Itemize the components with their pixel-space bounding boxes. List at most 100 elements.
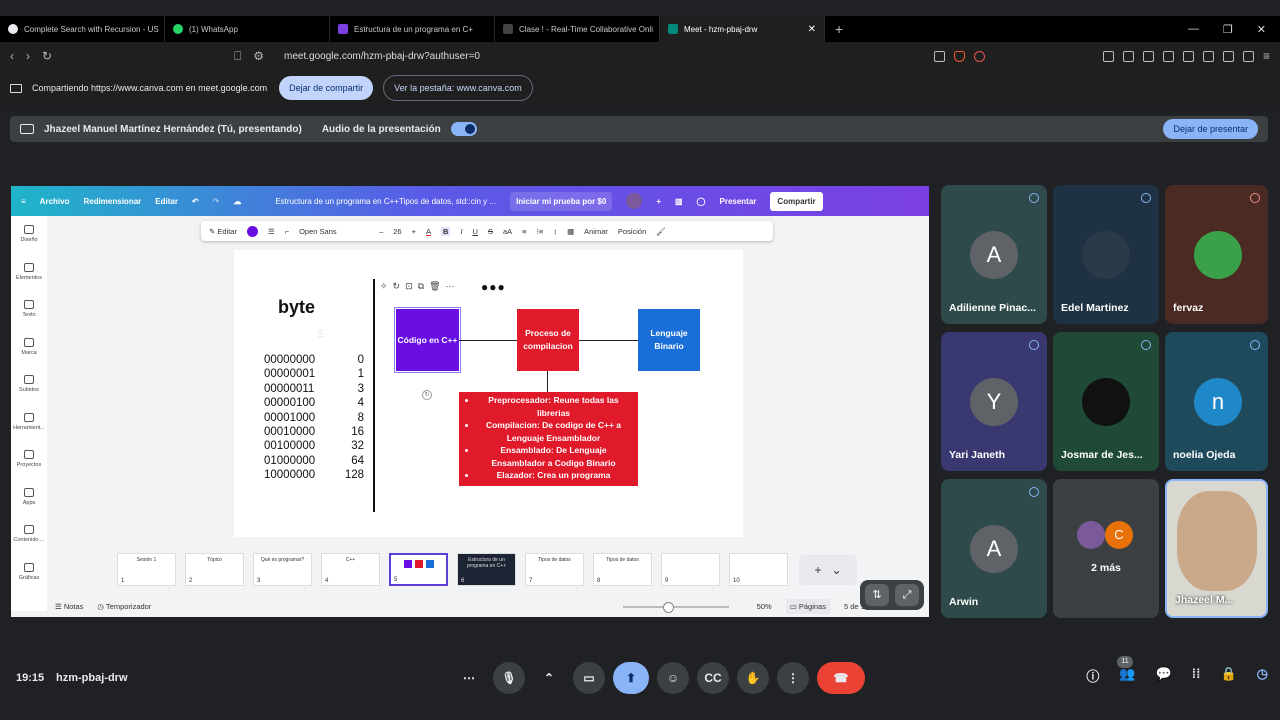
transparency-icon[interactable]: ▦ <box>567 227 574 236</box>
people-icon[interactable]: 👥 <box>1119 666 1135 685</box>
share-button[interactable]: Compartir <box>770 191 823 211</box>
present-now-button[interactable]: ⬆ <box>613 662 649 694</box>
menu-icon[interactable]: ≡ <box>1263 49 1270 63</box>
list-icon[interactable]: ⁝≡ <box>537 227 544 236</box>
document-title[interactable]: Estructura de un programa en C++Tipos de… <box>275 197 496 206</box>
zoom-value[interactable]: 50% <box>757 602 772 611</box>
strikethrough-icon[interactable]: S <box>488 227 493 236</box>
resize-menu[interactable]: Redimensionar <box>83 197 141 206</box>
participant-tile[interactable]: Edel Martinez <box>1053 185 1159 324</box>
participant-tile[interactable]: Jhazeel M... <box>1165 479 1268 618</box>
code-box[interactable]: Código en C++ <box>394 307 461 373</box>
rotate-handle-icon[interactable]: ↻ <box>422 390 432 400</box>
letter-case-icon[interactable]: aA <box>503 227 512 236</box>
swap-icon[interactable]: ⇅ <box>865 584 889 606</box>
lock-icon[interactable]: ⊡ <box>405 281 413 292</box>
format-painter-icon[interactable]: 🖌 <box>656 227 666 236</box>
file-menu[interactable]: Archivo <box>40 197 70 206</box>
participant-tile[interactable]: Y Yari Janeth <box>941 332 1047 471</box>
font-size-decrease[interactable]: – <box>379 227 383 236</box>
fill-color-swatch[interactable] <box>246 225 258 237</box>
back-icon[interactable]: ‹ <box>10 49 14 63</box>
participant-tile[interactable]: A Arwin <box>941 479 1047 618</box>
url-field[interactable]: meet.google.com/hzm-pbaj-drw?authuser=0 <box>284 51 480 62</box>
browser-tab[interactable]: Complete Search with Recursion - US <box>0 16 165 42</box>
page-thumbnail[interactable]: 10 <box>729 553 788 586</box>
page-thumbnail[interactable]: Estructura de un programa en C++ 6 <box>457 553 516 586</box>
notes-button[interactable]: ☰ Notas <box>55 602 83 611</box>
underline-icon[interactable]: U <box>473 227 478 236</box>
microphone-button[interactable]: 🎙 <box>493 662 525 694</box>
close-tab-icon[interactable]: ✕ <box>808 24 816 35</box>
add-page-button[interactable]: + ⌄ <box>799 555 857 585</box>
page-thumbnail[interactable]: Tópico 2 <box>185 553 244 586</box>
browser-tab[interactable]: Estructura de un programa en C+ <box>330 16 495 42</box>
zoom-slider[interactable] <box>622 601 729 613</box>
cloud-save-icon[interactable]: ☁ <box>233 197 241 206</box>
start-trial-button[interactable]: Iniciar mi prueba por $0 <box>510 191 613 211</box>
extension-icon[interactable] <box>1102 50 1114 62</box>
add-collaborator-icon[interactable]: + <box>656 197 661 206</box>
more-icon[interactable]: ⋯ <box>446 281 455 292</box>
spacing-icon[interactable]: ↕ <box>553 227 557 236</box>
page-thumbnail[interactable]: Qué es programar? 3 <box>253 553 312 586</box>
sidebar-icon[interactable] <box>1182 50 1194 62</box>
redo-icon[interactable]: ↷ <box>213 197 220 206</box>
page-thumbnail[interactable]: 9 <box>661 553 720 586</box>
corner-icon[interactable]: ⌐ <box>285 227 289 236</box>
vpn-icon[interactable] <box>1242 50 1254 62</box>
undo-icon[interactable]: ↶ <box>192 197 199 206</box>
refresh-icon[interactable]: ↻ <box>393 281 401 292</box>
border-style-icon[interactable]: ☰ <box>268 227 275 236</box>
sidebar-item-charts[interactable]: Gráficas <box>11 554 47 592</box>
page-thumbnail[interactable]: Tipos de datos 7 <box>525 553 584 586</box>
analytics-icon[interactable]: ▥ <box>675 197 683 206</box>
canva-menu-icon[interactable]: ≡ <box>21 197 26 206</box>
browser-tab[interactable]: Clase ! - Real-Time Collaborative Onli <box>495 16 660 42</box>
presentation-audio-toggle[interactable] <box>450 122 477 136</box>
reload-icon[interactable]: ↻ <box>42 49 52 63</box>
share-page-icon[interactable] <box>933 50 945 62</box>
captions-button[interactable]: CC <box>697 662 729 694</box>
expand-icon[interactable]: ⤢ <box>895 584 919 606</box>
rewards-icon[interactable] <box>973 50 985 62</box>
meeting-details-icon[interactable]: ⓘ <box>1086 666 1099 685</box>
font-size-input[interactable]: 26 <box>393 227 401 236</box>
align-icon[interactable]: ≡ <box>522 227 526 236</box>
site-settings-icon[interactable]: ⚙ <box>253 49 264 63</box>
participant-tile[interactable]: fervaz <box>1165 185 1268 324</box>
leo-ai-icon[interactable] <box>1222 50 1234 62</box>
position-button[interactable]: Posición <box>618 227 646 236</box>
sidebar-item-apps[interactable]: Apps <box>11 479 47 517</box>
font-size-increase[interactable]: + <box>412 227 416 236</box>
animate-button[interactable]: Animar <box>584 227 608 236</box>
pages-button[interactable]: ▭ Páginas <box>785 599 830 614</box>
more-actions-button[interactable]: ⋮ <box>777 662 809 694</box>
camera-button[interactable]: ▭ <box>573 662 605 694</box>
sidebar-item-brand[interactable]: Marca <box>11 329 47 367</box>
duplicate-icon[interactable]: ⧉ <box>418 281 424 292</box>
participant-tile[interactable]: Josmar de Jes... <box>1053 332 1159 471</box>
leave-call-button[interactable]: ☎ <box>817 662 865 694</box>
stop-presenting-button[interactable]: Dejar de presentar <box>1163 119 1258 139</box>
close-window-icon[interactable]: ✕ <box>1257 23 1266 36</box>
comment-icon[interactable]: ◯ <box>697 197 706 206</box>
maximize-icon[interactable]: ❐ <box>1223 23 1233 36</box>
more-options-icon[interactable]: ⋯ <box>453 662 485 694</box>
sidebar-item-elements[interactable]: Elementos <box>11 254 47 292</box>
timer-button[interactable]: ◷ Temporizador <box>97 602 151 611</box>
trash-icon[interactable]: 🗑 <box>429 281 440 292</box>
sidebar-item-tools[interactable]: Herramient... <box>11 404 47 442</box>
browser-tab[interactable]: (1) WhatsApp <box>165 16 330 42</box>
sidebar-item-text[interactable]: Texto <box>11 291 47 329</box>
slide-canvas[interactable]: byte bit 00000000 0 00000001 1 00000011 3 0000… <box>234 250 743 537</box>
bookmark-icon[interactable]: ⎕ <box>234 49 241 64</box>
view-tab-button[interactable]: Ver la pestaña: www.canva.com <box>383 75 533 101</box>
sidebar-item-design[interactable]: Diseño <box>11 216 47 254</box>
forward-icon[interactable]: › <box>26 49 30 63</box>
wallet-icon[interactable] <box>1202 50 1214 62</box>
new-tab-icon[interactable]: + <box>835 21 843 37</box>
brave-shield-icon[interactable] <box>953 50 965 62</box>
present-button[interactable]: Presentar <box>720 197 757 206</box>
screenshot-icon[interactable] <box>1142 50 1154 62</box>
